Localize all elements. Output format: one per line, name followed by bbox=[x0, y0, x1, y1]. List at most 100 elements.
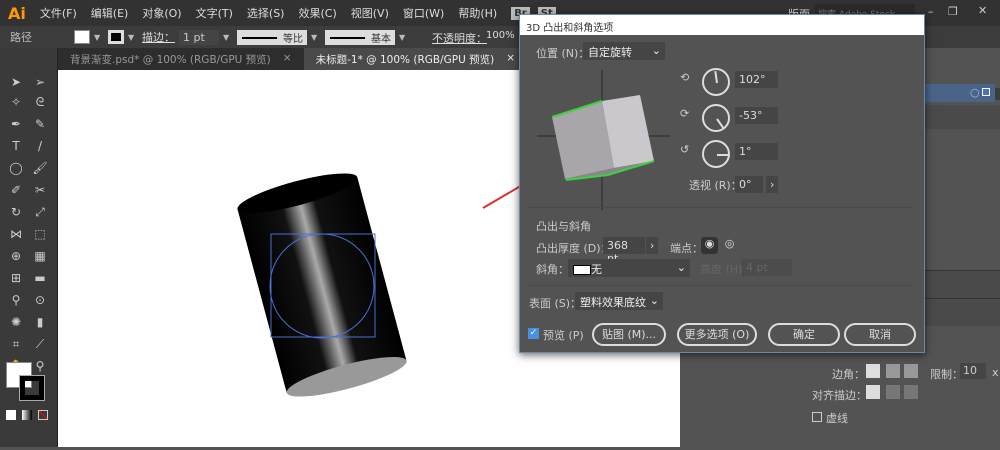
menu-select[interactable]: 选择(S) bbox=[247, 5, 285, 21]
bevel-height-input[interactable]: 4 pt bbox=[742, 259, 792, 276]
rotation-cube-trackball[interactable] bbox=[532, 65, 672, 215]
bevel-label: 斜角： bbox=[536, 263, 569, 276]
direct-selection-tool-icon[interactable]: ➢ bbox=[32, 74, 48, 90]
cap-off-icon[interactable]: ◎ bbox=[721, 237, 738, 254]
menu-window[interactable]: 窗口(W) bbox=[403, 5, 444, 21]
close-tab-icon[interactable]: × bbox=[283, 52, 292, 66]
menu-view[interactable]: 视图(V) bbox=[351, 5, 389, 21]
menu-help[interactable]: 帮助(H) bbox=[458, 5, 497, 21]
3d-extrude-dialog: 3D 凸出和斜角选项 位置 (N)： 自定旋转 ⌄ ⟲ 102° ⟳ -53° ↺… bbox=[519, 14, 925, 353]
brush-definition[interactable]: 基本 bbox=[325, 29, 395, 45]
map-art-button[interactable]: 贴图 (M)... bbox=[592, 323, 666, 346]
gradient-mode-icon[interactable] bbox=[22, 410, 32, 420]
z-rotation-dial[interactable] bbox=[702, 140, 730, 168]
pen-tool-icon[interactable]: ✒ bbox=[8, 116, 24, 132]
tab-document-1[interactable]: 背景渐变.psd* @ 100% (RGB/GPU 预览) × bbox=[58, 48, 304, 70]
restore-icon[interactable]: ❐ bbox=[948, 5, 958, 18]
perspective-input[interactable]: 0° bbox=[735, 176, 763, 193]
depth-input[interactable]: 368 pt bbox=[603, 237, 645, 265]
perspective-label: 透视 (R)： bbox=[689, 179, 742, 192]
close-tab-icon[interactable]: × bbox=[506, 52, 515, 66]
target-icon[interactable]: ○ bbox=[970, 86, 980, 99]
opacity-label[interactable]: 不透明度： bbox=[432, 30, 487, 46]
magic-wand-icon[interactable]: ✧ bbox=[8, 94, 24, 110]
type-tool-icon[interactable]: T bbox=[8, 138, 24, 154]
blend-tool-icon[interactable]: ⊙ bbox=[32, 292, 48, 308]
x-rotation-input[interactable]: 102° bbox=[735, 71, 778, 88]
menu-edit[interactable]: 编辑(E) bbox=[91, 5, 129, 21]
layer-row-selected[interactable]: ○ bbox=[925, 84, 995, 102]
perspective-slider-toggle[interactable]: › bbox=[766, 176, 778, 193]
depth-slider-toggle[interactable]: › bbox=[646, 237, 658, 254]
paintbrush-icon[interactable]: 🖌 bbox=[32, 160, 48, 176]
more-options-button[interactable]: 更多选项 (O) bbox=[677, 323, 757, 346]
gradient-tool-icon[interactable]: ▬ bbox=[32, 270, 48, 286]
rotate-tool-icon[interactable]: ↻ bbox=[8, 204, 24, 220]
menu-type[interactable]: 文字(T) bbox=[196, 5, 233, 21]
variable-width-profile[interactable]: 等比 bbox=[237, 29, 307, 45]
width-tool-icon[interactable]: ⋈ bbox=[8, 226, 24, 242]
close-icon[interactable]: ✕ bbox=[978, 4, 987, 17]
chevron-down-icon[interactable]: ▼ bbox=[128, 33, 138, 42]
y-rotation-input[interactable]: -53° bbox=[735, 107, 778, 124]
align-inside-icon[interactable] bbox=[886, 385, 900, 399]
symbol-sprayer-icon[interactable]: ✺ bbox=[8, 314, 24, 330]
slice-tool-icon[interactable]: ⟋ bbox=[32, 336, 48, 352]
position-select[interactable]: 自定旋转 ⌄ bbox=[583, 42, 665, 60]
stroke-weight-input[interactable]: 1 pt bbox=[179, 29, 219, 45]
tab-document-2[interactable]: 未标题-1* @ 100% (RGB/GPU 预览) × bbox=[303, 48, 528, 70]
selection-indicator[interactable] bbox=[982, 88, 990, 96]
dashed-checkbox[interactable] bbox=[812, 412, 822, 422]
scissors-icon[interactable]: ✂ bbox=[32, 182, 48, 198]
lasso-icon[interactable]: ᘓ bbox=[32, 94, 48, 110]
mesh-tool-icon[interactable]: ⊞ bbox=[8, 270, 24, 286]
preview-checkbox[interactable]: ✓ bbox=[528, 328, 539, 339]
x-axis-rotate-icon: ⟲ bbox=[680, 71, 690, 84]
z-rotation-input[interactable]: 1° bbox=[735, 143, 778, 160]
cap-on-icon[interactable]: ◉ bbox=[701, 237, 718, 254]
eyedropper-icon[interactable]: ⚲ bbox=[8, 292, 24, 308]
line-tool-icon[interactable]: / bbox=[32, 138, 48, 154]
artboard-tool-icon[interactable]: ⌗ bbox=[8, 336, 24, 352]
menu-file[interactable]: 文件(F) bbox=[40, 5, 77, 21]
chevron-down-icon[interactable]: ▼ bbox=[223, 33, 233, 42]
y-rotation-dial[interactable] bbox=[702, 104, 730, 132]
chevron-down-icon[interactable]: ▼ bbox=[94, 33, 104, 42]
surface-select[interactable]: 塑料效果底纹 ⌄ bbox=[575, 292, 663, 310]
bevel-select[interactable]: 无 ⌄ bbox=[568, 259, 690, 277]
curvature-tool-icon[interactable]: ✎ bbox=[32, 116, 48, 132]
selection-tool-icon[interactable]: ➤ bbox=[8, 74, 24, 90]
chevron-down-icon[interactable]: ▼ bbox=[399, 33, 409, 42]
minimize-icon[interactable]: – bbox=[928, 5, 934, 18]
shaper-tool-icon[interactable]: ✐ bbox=[8, 182, 24, 198]
bevel-join-icon[interactable] bbox=[904, 364, 918, 378]
stroke-color-swatch[interactable] bbox=[19, 375, 45, 401]
round-join-icon[interactable] bbox=[886, 364, 900, 378]
opacity-input[interactable]: 100% bbox=[486, 30, 515, 41]
stroke-label[interactable]: 描边： bbox=[142, 29, 175, 45]
dialog-title: 3D 凸出和斜角选项 bbox=[520, 15, 924, 35]
ok-button[interactable]: 确定 bbox=[768, 323, 840, 346]
position-label: 位置 (N)： bbox=[536, 47, 590, 60]
scale-tool-icon[interactable]: ⤢ bbox=[32, 204, 48, 220]
cancel-button[interactable]: 取消 bbox=[844, 323, 916, 346]
miter-join-icon[interactable] bbox=[866, 364, 880, 378]
shape-builder-icon[interactable]: ⊕ bbox=[8, 248, 24, 264]
free-transform-icon[interactable]: ⬚ bbox=[32, 226, 48, 242]
position-value: 自定旋转 bbox=[588, 46, 632, 59]
fill-swatch[interactable] bbox=[74, 30, 90, 44]
zoom-tool-icon[interactable]: ⚲ bbox=[32, 358, 48, 374]
chevron-down-icon[interactable]: ▼ bbox=[311, 33, 321, 42]
none-mode-icon[interactable] bbox=[38, 410, 48, 420]
align-center-icon[interactable] bbox=[866, 385, 880, 399]
graph-tool-icon[interactable]: ▮ bbox=[32, 314, 48, 330]
align-outside-icon[interactable] bbox=[904, 385, 918, 399]
limit-input[interactable]: 10 bbox=[960, 363, 986, 379]
x-rotation-dial[interactable] bbox=[702, 68, 730, 96]
stroke-swatch[interactable] bbox=[108, 30, 124, 44]
perspective-grid-icon[interactable]: ▦ bbox=[32, 248, 48, 264]
color-mode-icon[interactable] bbox=[6, 410, 16, 420]
ellipse-tool-icon[interactable]: ◯ bbox=[8, 160, 24, 176]
menu-object[interactable]: 对象(O) bbox=[142, 5, 181, 21]
menu-effect[interactable]: 效果(C) bbox=[298, 5, 336, 21]
